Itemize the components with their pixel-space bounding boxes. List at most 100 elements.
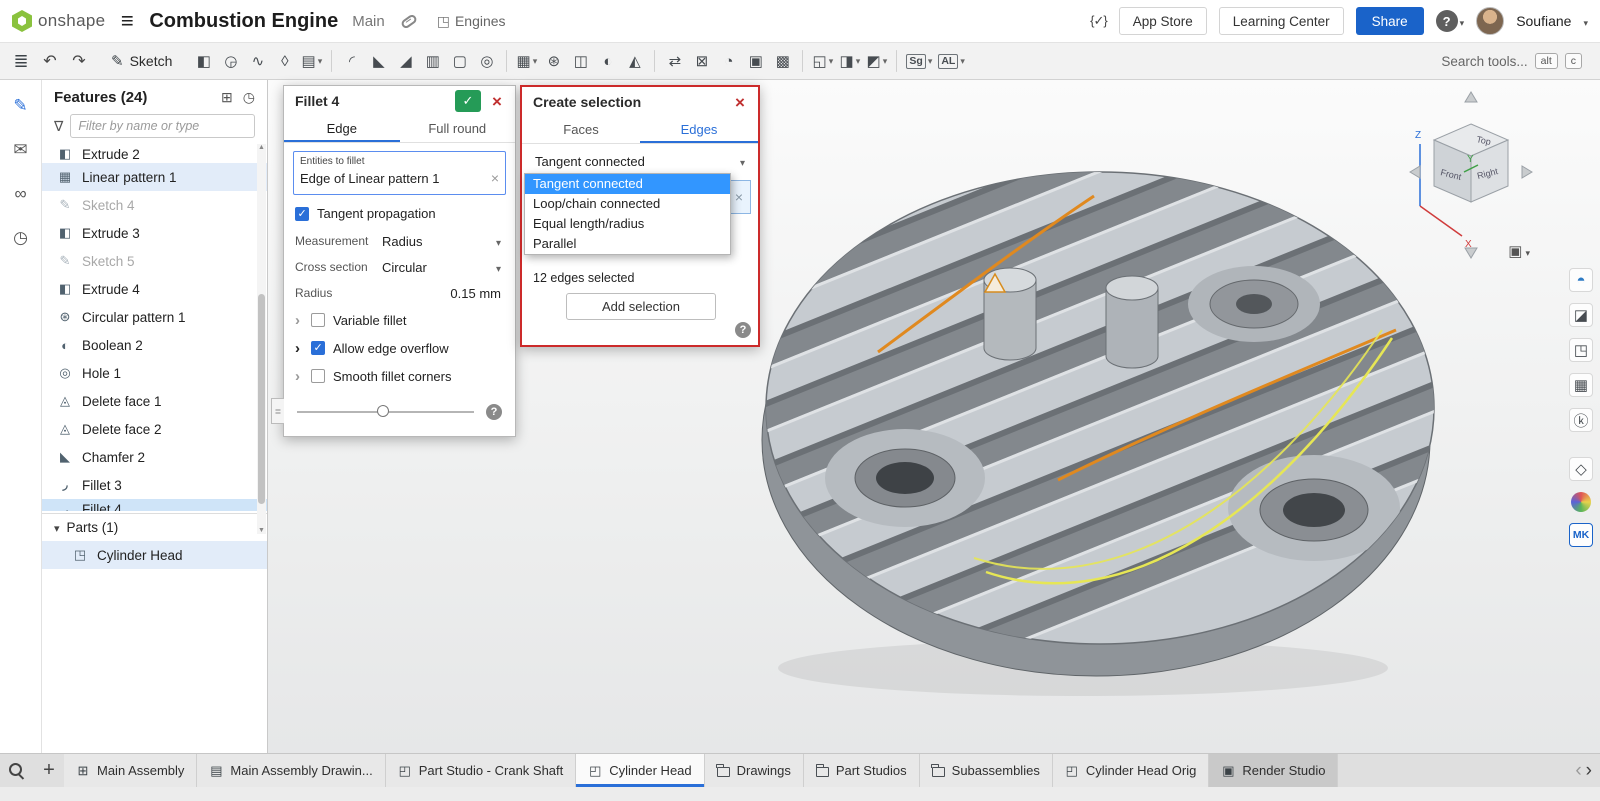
document-tab[interactable]: Cylinder Head Orig xyxy=(1053,754,1210,787)
replace-face-icon[interactable]: ▩ xyxy=(770,48,795,74)
feature-item[interactable]: Linear pattern 1 xyxy=(42,163,267,191)
variable-fillet-checkbox[interactable] xyxy=(311,313,325,327)
link-icon[interactable] xyxy=(400,13,418,30)
help-menu[interactable] xyxy=(1436,10,1465,32)
clear-selection-icon[interactable] xyxy=(491,170,499,186)
circular-pattern-icon[interactable]: ⊛ xyxy=(541,48,566,74)
split-icon[interactable]: ◭ xyxy=(622,48,647,74)
fillet-icon[interactable]: ◜ xyxy=(339,48,364,74)
tab-full-round[interactable]: Full round xyxy=(400,116,516,142)
revolve-icon[interactable]: ◶ xyxy=(218,48,243,74)
onshape-logo[interactable]: onshape xyxy=(12,10,105,32)
divider[interactable] xyxy=(654,50,655,72)
sweep-icon[interactable]: ∿ xyxy=(245,48,270,74)
redo-icon[interactable] xyxy=(66,48,92,74)
mk-toolbar-icon[interactable]: MK xyxy=(1569,523,1593,547)
follow-mode-icon[interactable]: ∞ xyxy=(9,182,33,206)
exploded-view-icon[interactable]: ◳ xyxy=(1569,338,1593,362)
linear-pattern-icon[interactable]: ▦ xyxy=(514,48,539,74)
radius-input[interactable]: 0.15 mm xyxy=(379,286,504,301)
document-tab[interactable]: Cylinder Head xyxy=(576,754,704,787)
feature-item[interactable]: Fillet 4 xyxy=(42,499,267,511)
chamfer-icon[interactable]: ◣ xyxy=(366,48,391,74)
version-selector[interactable]: Engines xyxy=(437,13,506,30)
appearance-panel-icon[interactable] xyxy=(1571,492,1591,512)
move-face-icon[interactable]: ▣ xyxy=(743,48,768,74)
expand-icon[interactable] xyxy=(295,340,303,357)
help-icon[interactable] xyxy=(735,322,751,338)
document-tab[interactable]: Subassemblies xyxy=(920,754,1053,787)
draft-icon[interactable]: ◢ xyxy=(393,48,418,74)
insert-feature-icon[interactable] xyxy=(221,89,233,106)
isolate-icon[interactable]: ◇ xyxy=(1569,457,1593,481)
tab-edges[interactable]: Edges xyxy=(640,117,758,143)
feature-item[interactable]: Delete face 1 xyxy=(42,387,267,415)
tangent-propagation-checkbox[interactable] xyxy=(295,207,309,221)
help-icon[interactable] xyxy=(486,404,502,420)
part-item[interactable]: Cylinder Head xyxy=(42,541,267,569)
dialog-drag-handle[interactable] xyxy=(271,398,284,424)
create-selection-header[interactable]: Create selection xyxy=(522,87,758,117)
document-tab[interactable]: Main Assembly Drawin... xyxy=(197,754,385,787)
document-tab[interactable]: Part Studios xyxy=(804,754,920,787)
feature-item[interactable]: Hole 1 xyxy=(42,359,267,387)
dropdown-option[interactable]: Equal length/radius xyxy=(525,214,730,234)
variable-fillet-row[interactable]: Variable fillet xyxy=(284,306,515,334)
display-mode-icon[interactable]: ◓ xyxy=(1569,268,1593,292)
appearance-icon[interactable]: ◩ xyxy=(864,48,889,74)
search-tools[interactable]: Search tools... alt c xyxy=(1431,49,1592,73)
user-caret-icon[interactable] xyxy=(1583,14,1588,29)
workspace-label[interactable]: Main xyxy=(352,13,385,30)
dropdown-option[interactable]: Parallel xyxy=(525,234,730,254)
dropdown-option[interactable]: Loop/chain connected xyxy=(525,194,730,214)
tabs-scroll-right-icon[interactable] xyxy=(1586,761,1592,780)
entities-to-fillet-box[interactable]: Entities to fillet Edge of Linear patter… xyxy=(293,151,506,195)
transform-icon[interactable]: ⇄ xyxy=(662,48,687,74)
shell-icon[interactable]: ▢ xyxy=(447,48,472,74)
thicken-icon[interactable]: ▤ xyxy=(299,48,324,74)
preview-opacity-slider[interactable] xyxy=(297,411,474,413)
tab-edge[interactable]: Edge xyxy=(284,116,400,142)
feature-item[interactable]: Delete face 2 xyxy=(42,415,267,443)
comments-icon[interactable]: ✉ xyxy=(9,138,33,162)
features-scrollbar[interactable] xyxy=(257,144,266,534)
rotate-down-icon[interactable] xyxy=(1465,248,1477,258)
avatar[interactable] xyxy=(1476,7,1504,35)
divider[interactable] xyxy=(506,50,507,72)
feature-item[interactable]: Extrude 4 xyxy=(42,275,267,303)
add-selection-button[interactable]: Add selection xyxy=(566,293,716,320)
smooth-fillet-corners-row[interactable]: Smooth fillet corners xyxy=(284,362,515,390)
display-options-icon[interactable]: ◨ xyxy=(837,48,862,74)
allow-edge-overflow-checkbox[interactable] xyxy=(311,341,325,355)
feature-item[interactable]: Extrude 3 xyxy=(42,219,267,247)
history-icon[interactable]: ◷ xyxy=(9,226,33,250)
document-tab[interactable]: Render Studio xyxy=(1209,754,1338,787)
close-button[interactable] xyxy=(729,91,751,113)
share-button[interactable]: Share xyxy=(1356,7,1424,35)
smooth-fillet-corners-checkbox[interactable] xyxy=(311,369,325,383)
cross-section-select[interactable]: Circular xyxy=(379,258,504,277)
parts-section-header[interactable]: Parts (1) xyxy=(42,513,267,541)
shortcuts-icon[interactable]: ⓚ xyxy=(1569,408,1593,432)
fillet-dialog-header[interactable]: Fillet 4 xyxy=(284,86,515,116)
measurement-select[interactable]: Radius xyxy=(379,232,504,251)
tabs-scroll-left-icon[interactable] xyxy=(1575,761,1581,780)
delete-part-icon[interactable]: ⊠ xyxy=(689,48,714,74)
document-tab[interactable]: Drawings xyxy=(705,754,804,787)
custom-features-icon[interactable]: AL xyxy=(936,48,967,74)
rotate-right-icon[interactable] xyxy=(1522,166,1532,178)
selection-type-dropdown[interactable]: Tangent connected xyxy=(531,151,749,172)
zoom-select-icon[interactable] xyxy=(0,754,34,787)
divider[interactable] xyxy=(331,50,332,72)
expand-icon[interactable] xyxy=(295,368,303,385)
feature-list-toggle-icon[interactable] xyxy=(8,48,34,74)
undo-icon[interactable] xyxy=(37,48,63,74)
named-views-icon[interactable]: ▦ xyxy=(1569,373,1593,397)
sheet-metal-icon[interactable]: Sg xyxy=(904,48,934,74)
view-options-menu[interactable] xyxy=(1508,242,1530,260)
scrollbar-thumb[interactable] xyxy=(258,294,265,504)
new-tab-button[interactable] xyxy=(34,754,64,787)
feature-item[interactable]: Circular pattern 1 xyxy=(42,303,267,331)
extrude-icon[interactable]: ◧ xyxy=(191,48,216,74)
loft-icon[interactable]: ◊ xyxy=(272,48,297,74)
